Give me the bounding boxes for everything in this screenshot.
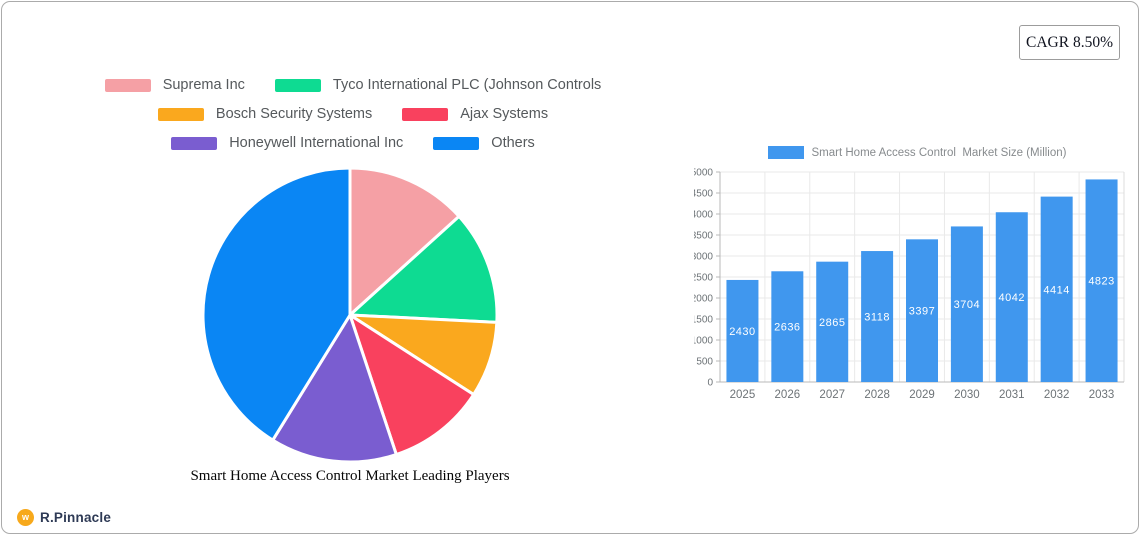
x-tick-label: 2026 (775, 389, 801, 401)
pie-legend-item[interactable]: Ajax Systems (402, 105, 548, 124)
pie-legend-label: Suprema Inc (162, 77, 245, 93)
pie-legend-swatch (274, 79, 321, 92)
pie-legend-item[interactable]: Tyco International PLC (Johnson Controls (274, 76, 602, 95)
pie-legend-swatch (402, 108, 449, 121)
pie-legend-item[interactable]: Suprema Inc (104, 76, 245, 95)
bar-value-label: 3118 (864, 312, 890, 324)
y-tick-label: 500 (696, 357, 713, 368)
bar-chart: 0 500 1000 1500 2000 2500 3000 3500 4000 4500 5000… (694, 168, 1125, 401)
bar-value-label: 4414 (1043, 284, 1069, 296)
bar-value-label: 2636 (774, 322, 800, 334)
y-tick-label: 1500 (694, 315, 713, 326)
bar-legend-swatch (767, 146, 804, 159)
y-tick-label: 2000 (694, 294, 713, 305)
report-card: CAGR 8.50% Suprema Inc Tyco International… (1, 1, 1139, 534)
x-tick-label: 2025 (730, 389, 756, 401)
y-tick-label: 5000 (694, 168, 713, 179)
y-tick-label: 1000 (694, 336, 713, 347)
x-tick-label: 2031 (999, 389, 1025, 401)
y-tick-label: 0 (707, 378, 713, 389)
pie-legend-swatch (157, 108, 204, 121)
y-tick-label: 3500 (694, 231, 713, 242)
pie-legend-swatch (433, 137, 480, 150)
bar-value-label: 3704 (954, 299, 980, 311)
brand-logo: w R.Pinnacle (17, 509, 111, 526)
pie-legend-item[interactable]: Others (433, 134, 535, 153)
y-tick-label: 4000 (694, 210, 713, 221)
y-tick-label: 2500 (694, 273, 713, 284)
pie-legend: Suprema Inc Tyco International PLC (Johns… (57, 76, 649, 153)
x-tick-label: 2029 (909, 389, 935, 401)
pie-legend-label: Tyco International PLC (Johnson Controls (332, 77, 602, 93)
x-tick-label: 2032 (1044, 389, 1070, 401)
cagr-badge: CAGR 8.50% (1019, 25, 1120, 60)
x-tick-label: 2033 (1089, 389, 1115, 401)
pie-chart (201, 166, 499, 464)
bar-value-label: 2865 (819, 317, 845, 329)
bar-legend-label: Smart Home Access Control Market Size (M… (811, 146, 1067, 159)
brand-logo-text: R.Pinnacle (40, 510, 112, 525)
y-tick-label: 3000 (694, 252, 713, 263)
pie-legend-swatch (171, 137, 218, 150)
bar-legend[interactable]: Smart Home Access Control Market Size (M… (694, 146, 1138, 159)
bar-value-label: 2430 (729, 326, 755, 338)
pie-legend-label: Ajax Systems (460, 106, 549, 122)
pie-legend-item[interactable]: Bosch Security Systems (157, 105, 373, 124)
bar-value-label: 4042 (999, 292, 1025, 304)
x-tick-label: 2027 (819, 389, 845, 401)
pie-legend-label: Honeywell International Inc (229, 135, 404, 151)
pie-legend-label: Bosch Security Systems (215, 106, 373, 122)
y-tick-label: 4500 (694, 189, 713, 200)
bar-value-label: 4823 (1088, 276, 1114, 288)
pie-legend-item[interactable]: Honeywell International Inc (171, 134, 403, 153)
x-tick-label: 2030 (954, 389, 980, 401)
bar-value-label: 3397 (909, 306, 935, 318)
pie-legend-swatch (104, 79, 151, 92)
pie-chart-title: Smart Home Access Control Market Leading… (190, 468, 510, 484)
brand-logo-icon: w (17, 509, 34, 526)
pie-legend-label: Others (491, 135, 535, 151)
x-tick-label: 2028 (864, 389, 890, 401)
